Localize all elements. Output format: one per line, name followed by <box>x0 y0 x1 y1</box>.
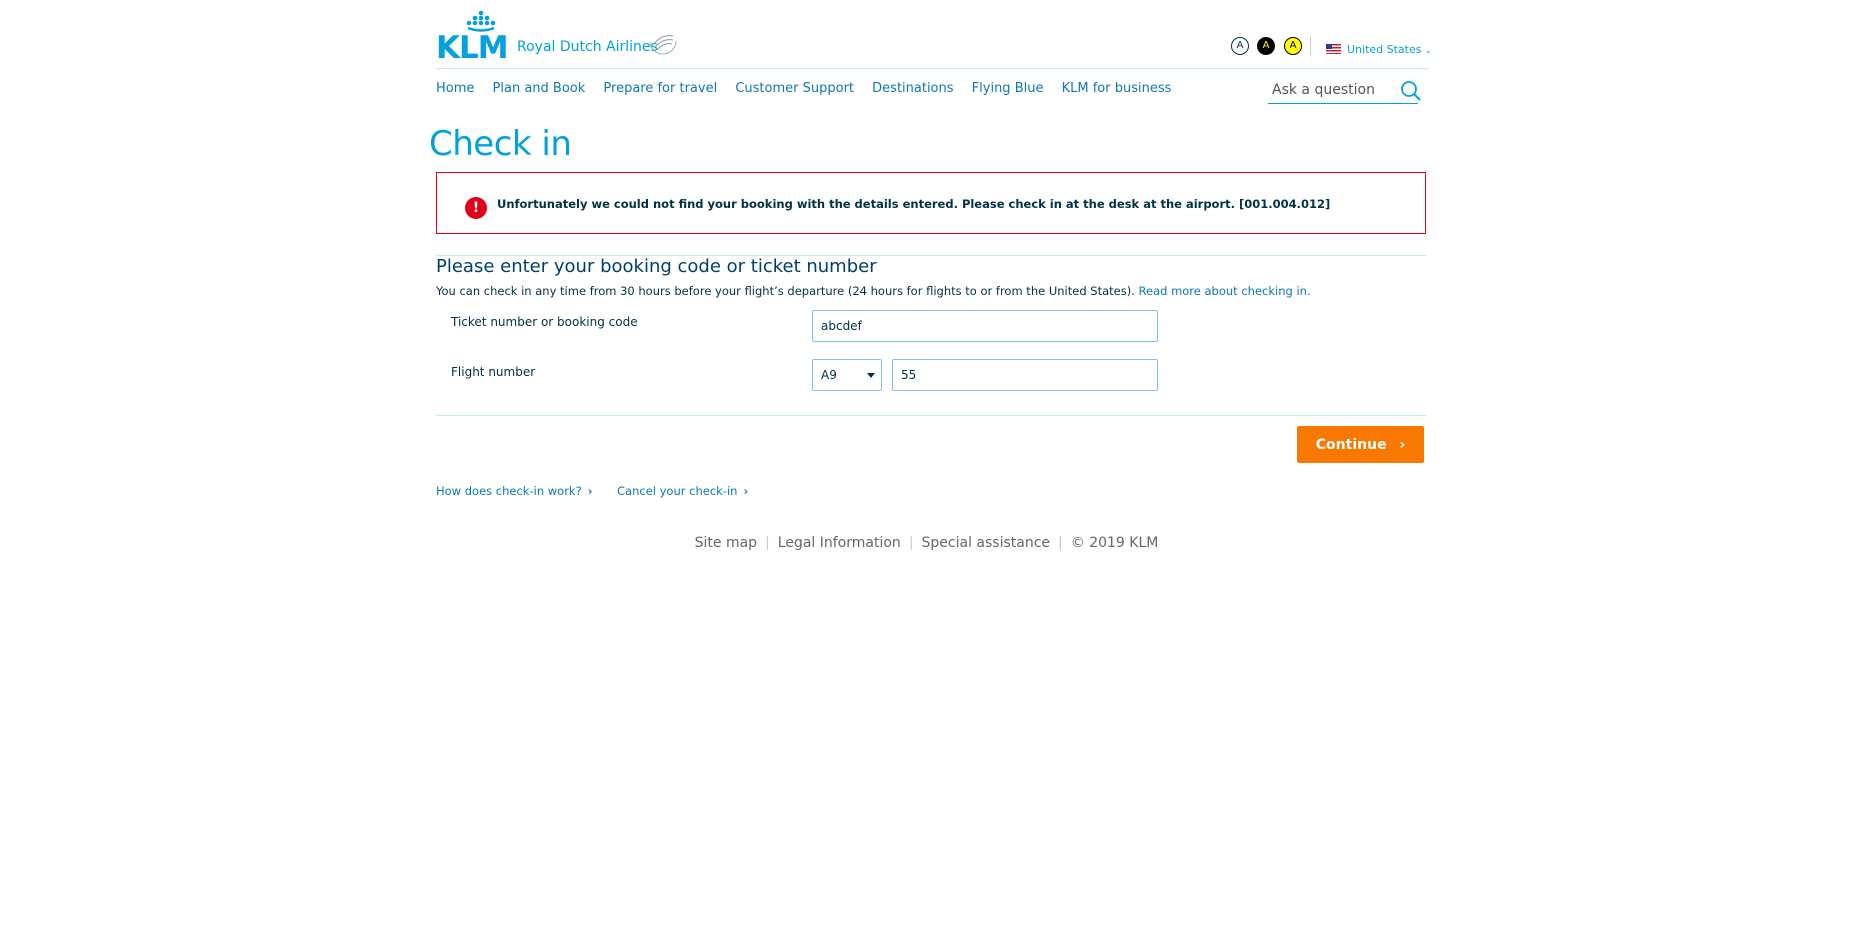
how-check-in-works-label: How does check-in work? <box>436 484 582 498</box>
footer-assistance-link[interactable]: Special assistance <box>914 535 1059 551</box>
flight-number-label: Flight number <box>451 365 536 379</box>
form-heading: Please enter your booking code or ticket… <box>436 256 877 277</box>
contrast-dark-button[interactable]: A <box>1257 37 1275 55</box>
read-more-link[interactable]: Read more about checking in. <box>1139 284 1311 298</box>
dropdown-caret-icon <box>867 373 875 378</box>
us-flag-icon <box>1326 44 1341 54</box>
logo-wordmark: KLM <box>436 30 509 66</box>
chevron-right-icon: › <box>1399 437 1406 453</box>
crown-icon <box>466 10 496 32</box>
airline-code-select[interactable]: A9 <box>812 359 882 391</box>
footer-legal-link[interactable]: Legal Information <box>770 535 909 551</box>
country-selector[interactable]: United States ⌄ <box>1326 43 1432 56</box>
page-title: Check in <box>429 124 572 164</box>
footer-legal-label: Legal Information <box>777 535 901 551</box>
footer-sitemap-label: Site map <box>694 535 758 551</box>
form-intro-text: You can check in any time from 30 hours … <box>436 284 1135 298</box>
nav-item-plan-and-book[interactable]: Plan and Book <box>493 81 586 96</box>
contrast-normal-button[interactable]: A <box>1231 37 1249 55</box>
main-nav: Home Plan and Book Prepare for travel Cu… <box>436 81 1185 96</box>
cancel-check-in-link[interactable]: Cancel your check-in › <box>617 484 748 498</box>
contrast-yellow-button[interactable]: A <box>1284 37 1302 55</box>
page: KLM Royal Dutch Airlines A A A United St… <box>0 0 1853 935</box>
search-input[interactable] <box>1268 82 1406 98</box>
nav-item-customer-support[interactable]: Customer Support <box>735 81 854 96</box>
footer-assistance-label: Special assistance <box>921 535 1051 551</box>
form-divider <box>436 415 1426 416</box>
nav-item-destinations[interactable]: Destinations <box>872 81 953 96</box>
ticket-number-input[interactable] <box>812 310 1158 342</box>
footer: Site map | Legal Information | Special assis… <box>0 535 1853 551</box>
ticket-field-label: Ticket number or booking code <box>451 315 638 329</box>
airline-code-value: A9 <box>821 368 837 382</box>
error-banner: ! Unfortunately we could not find your b… <box>436 172 1426 234</box>
footer-sitemap-link[interactable]: Site map <box>687 535 765 551</box>
flight-number-input[interactable] <box>892 359 1158 391</box>
header-divider-line <box>436 68 1429 69</box>
footer-copyright: © 2019 KLM <box>1070 535 1159 551</box>
error-message: Unfortunately we could not find your boo… <box>497 197 1331 211</box>
skyteam-logo-icon <box>649 27 677 55</box>
header-divider <box>1310 37 1311 55</box>
form-intro: You can check in any time from 30 hours … <box>436 284 1311 298</box>
nav-item-klm-for-business[interactable]: KLM for business <box>1062 81 1172 96</box>
continue-label: Continue <box>1315 437 1387 453</box>
nav-item-prepare-for-travel[interactable]: Prepare for travel <box>603 81 717 96</box>
logo-tagline: Royal Dutch Airlines <box>517 39 658 55</box>
continue-button[interactable]: Continue › <box>1297 426 1424 463</box>
search-box <box>1268 79 1418 104</box>
klm-logo[interactable]: KLM Royal Dutch Airlines <box>436 10 696 66</box>
country-label: United States <box>1347 43 1422 56</box>
nav-item-flying-blue[interactable]: Flying Blue <box>972 81 1044 96</box>
chevron-right-icon: › <box>587 484 593 498</box>
error-icon: ! <box>465 197 487 219</box>
search-icon[interactable] <box>1400 80 1422 102</box>
nav-item-home[interactable]: Home <box>436 81 474 96</box>
chevron-right-icon: › <box>743 484 749 498</box>
cancel-check-in-label: Cancel your check-in <box>617 484 738 498</box>
chevron-down-icon: ⌄ <box>1425 46 1432 55</box>
how-check-in-works-link[interactable]: How does check-in work? › <box>436 484 592 498</box>
